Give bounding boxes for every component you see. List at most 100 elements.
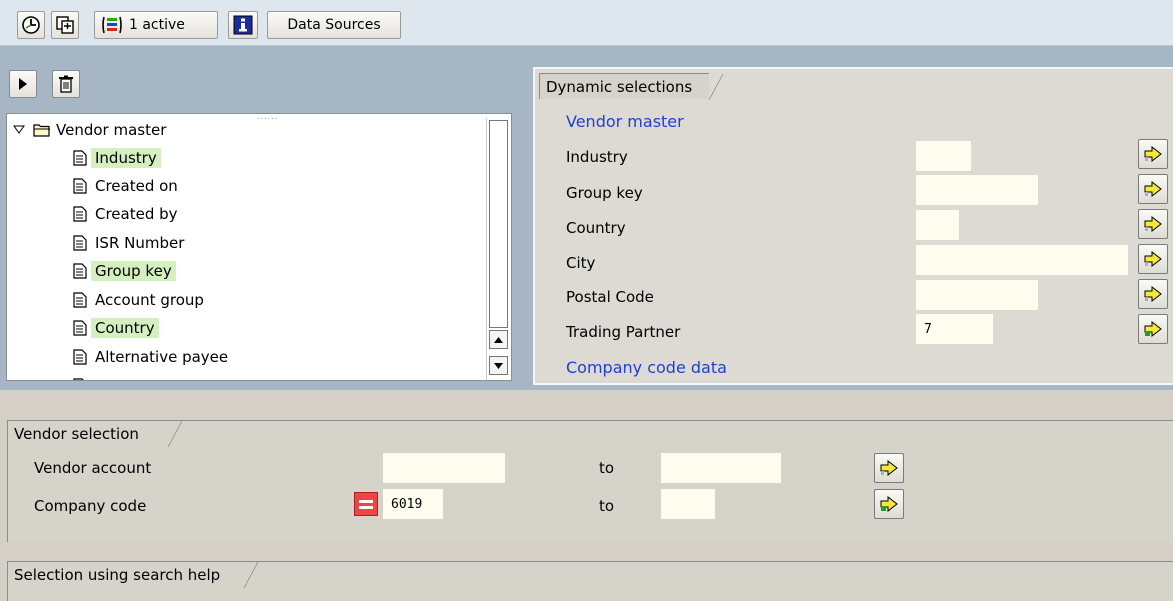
postal-code-input[interactable] <box>916 280 1038 310</box>
document-icon <box>73 349 87 365</box>
arrow-down-icon <box>494 362 503 369</box>
tree-root-label: Vendor master <box>56 121 167 139</box>
dynamic-selections-title-text: Dynamic selections <box>546 77 693 96</box>
data-sources-button[interactable]: Data Sources <box>267 11 401 39</box>
active-selections-button[interactable]: 1 active <box>94 11 218 39</box>
tree-item-label: Group key <box>91 261 176 281</box>
trash-icon <box>59 75 73 93</box>
dynamic-selections-title: Dynamic selections <box>539 73 723 100</box>
selection-options-icon <box>102 16 122 34</box>
vendor-selection-title-text: Vendor selection <box>14 425 139 443</box>
search-help-title-text: Selection using search help <box>14 566 221 584</box>
search-help-title: Selection using search help <box>8 562 258 588</box>
tree-item-group-key[interactable]: Group key <box>73 258 176 284</box>
execute-clock-icon <box>22 16 40 34</box>
delete-button[interactable] <box>52 70 80 98</box>
trading-partner-multiple-selection-button[interactable] <box>1138 314 1168 344</box>
group-key-multiple-selection-button[interactable] <box>1138 174 1168 204</box>
dyn-field-label-city: City <box>566 254 596 272</box>
tree-item-label: ISR Number <box>95 234 185 252</box>
arrow-right-yellow-icon <box>1144 286 1162 302</box>
industry-multiple-selection-button[interactable] <box>1138 139 1168 169</box>
folder-open-icon <box>33 124 50 137</box>
tree-scrollbar[interactable] <box>486 118 509 380</box>
trading-partner-input[interactable]: 7 <box>916 314 993 344</box>
application-toolbar: 1 active Data Sources <box>0 0 1173 46</box>
transfer-field-button[interactable] <box>9 70 37 98</box>
company-code-multiple-selection-button[interactable] <box>874 489 904 519</box>
dyn-field-label-trading-partner: Trading Partner <box>566 323 681 341</box>
arrow-right-yellow-active-icon <box>1144 321 1162 337</box>
document-icon <box>73 235 87 251</box>
company-code-to-input[interactable] <box>661 489 715 519</box>
tree-root-vendor-master[interactable]: Vendor master <box>13 117 166 143</box>
copy-variant-button[interactable] <box>51 11 79 39</box>
group-title-company-code-data: Company code data <box>566 358 727 377</box>
industry-input[interactable] <box>916 141 971 171</box>
tree-item-account-group[interactable]: Account group <box>73 287 208 313</box>
dyn-field-label-industry: Industry <box>566 148 628 166</box>
vendor-account-from-input[interactable] <box>383 453 505 483</box>
city-input[interactable] <box>916 245 1128 275</box>
search-help-panel: Selection using search help <box>7 561 1173 601</box>
tree-item-isr-number[interactable]: ISR Number <box>73 230 188 256</box>
postal-code-multiple-selection-button[interactable] <box>1138 279 1168 309</box>
document-icon <box>73 150 87 166</box>
equal-option-icon[interactable] <box>354 492 378 516</box>
tree-item-label: Created on <box>95 177 178 195</box>
scroll-up-button[interactable] <box>489 330 508 349</box>
country-multiple-selection-button[interactable] <box>1138 209 1168 239</box>
document-icon <box>73 206 87 222</box>
play-arrow-icon <box>19 78 27 90</box>
tree-toolbar <box>8 70 88 100</box>
tree-item-industry[interactable]: Industry <box>73 145 161 171</box>
arrow-right-yellow-icon <box>880 460 898 476</box>
group-key-input[interactable] <box>916 175 1038 205</box>
vendor-account-to-label: to <box>599 459 615 477</box>
tree-item-alternative-payee[interactable]: Alternative payee <box>73 344 232 370</box>
document-icon <box>73 292 87 308</box>
dynamic-selections-panel: Dynamic selections Vendor master Industr… <box>533 67 1173 385</box>
document-icon <box>73 320 87 336</box>
expand-triangle-icon[interactable] <box>13 125 25 135</box>
tree-item-created-by[interactable]: Created by <box>73 201 182 227</box>
company-code-to-label: to <box>599 497 615 515</box>
active-count-label: 1 active <box>129 17 185 33</box>
arrow-right-yellow-icon <box>1144 146 1162 162</box>
country-input[interactable] <box>916 210 959 240</box>
vendor-account-multiple-selection-button[interactable] <box>874 453 904 483</box>
tree-item-partial <box>73 373 91 380</box>
company-code-label: Company code <box>34 497 147 515</box>
vendor-account-label: Vendor account <box>34 459 152 477</box>
document-icon <box>73 263 87 279</box>
group-title-vendor-master: Vendor master <box>566 112 684 131</box>
arrow-right-yellow-icon <box>1144 216 1162 232</box>
info-icon <box>233 15 253 35</box>
vendor-selection-panel: Vendor selection Vendor account to Compa… <box>7 420 1173 542</box>
vendor-selection-title: Vendor selection <box>8 421 182 447</box>
tree-item-label: Created by <box>95 205 178 223</box>
dyn-field-label-country: Country <box>566 219 626 237</box>
tree-item-label: Country <box>91 318 159 338</box>
scrollbar-thumb[interactable] <box>489 120 508 328</box>
city-multiple-selection-button[interactable] <box>1138 244 1168 274</box>
dyn-field-label-group-key: Group key <box>566 184 643 202</box>
tree-item-label: Alternative payee <box>95 348 229 366</box>
tree-item-created-on[interactable]: Created on <box>73 173 182 199</box>
tree-item-country[interactable]: Country <box>73 315 159 341</box>
copy-variant-icon <box>56 16 74 34</box>
scroll-down-button[interactable] <box>489 356 508 375</box>
field-tree: ...... Vendor master Industry Created on… <box>6 113 512 381</box>
arrow-up-icon <box>494 336 503 343</box>
document-icon <box>73 178 87 194</box>
arrow-right-yellow-icon <box>1144 251 1162 267</box>
company-code-from-input[interactable]: 6019 <box>383 489 443 519</box>
data-sources-label: Data Sources <box>287 17 381 33</box>
document-icon <box>73 378 84 380</box>
tree-item-label: Account group <box>95 291 204 309</box>
vendor-account-to-input[interactable] <box>661 453 781 483</box>
splitter-grip[interactable]: ...... <box>257 114 278 121</box>
execute-button[interactable] <box>17 11 45 39</box>
arrow-right-yellow-active-icon <box>880 496 898 512</box>
info-button[interactable] <box>228 11 258 39</box>
